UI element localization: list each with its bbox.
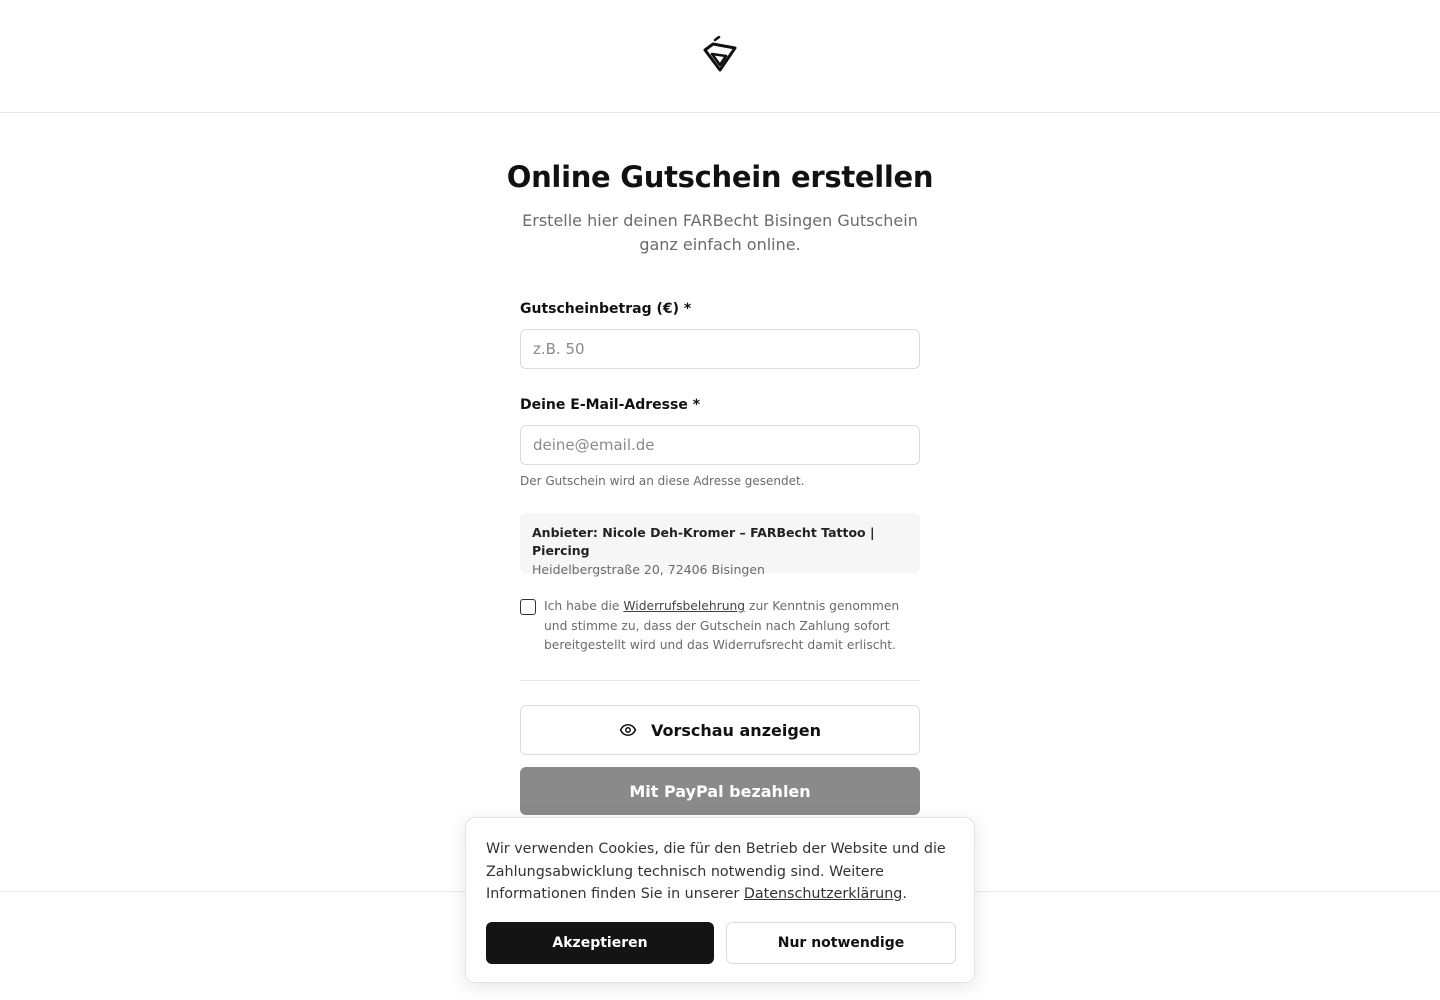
necessary-cookies-button[interactable]: Nur notwendige [726,922,956,964]
provider-address: Heidelbergstraße 20, 72406 Bisingen [532,562,765,577]
accept-cookies-button[interactable]: Akzeptieren [486,922,714,964]
eye-icon [619,724,637,736]
site-header [0,0,1440,113]
amount-input[interactable] [520,329,920,369]
privacy-policy-link[interactable]: Datenschutzerklärung [744,886,903,902]
provider-name: Anbieter: Nicole Deh-Kromer – FARBecht T… [532,525,875,558]
voucher-page: Online Gutschein erstellen Erstelle hier… [0,0,1440,1000]
consent-checkbox[interactable] [520,599,536,615]
cookie-banner: Wir verwenden Cookies, die für den Betri… [465,817,975,983]
preview-button[interactable]: Vorschau anzeigen [520,705,920,755]
cookie-text-after: . [902,886,907,902]
diamond-logo-icon[interactable] [701,36,739,74]
consent-text: Ich habe die Widerrufsbelehrung zur Kenn… [544,597,920,656]
page-title: Online Gutschein erstellen [506,160,934,194]
paypal-button[interactable]: Mit PayPal bezahlen [520,767,920,815]
email-hint: Der Gutschein wird an diese Adresse gese… [520,474,805,488]
consent-text-before: Ich habe die [544,599,624,613]
preview-button-label: Vorschau anzeigen [650,720,822,740]
amount-label: Gutscheinbetrag (€) * [520,301,692,317]
form-divider [520,680,920,681]
email-label: Deine E-Mail-Adresse * [520,397,701,413]
provider-info: Anbieter: Nicole Deh-Kromer – FARBecht T… [520,513,920,577]
page-subtitle: Erstelle hier deinen FARBecht Bisingen G… [522,211,918,254]
email-input[interactable] [520,425,920,465]
cookie-text: Wir verwenden Cookies, die für den Betri… [486,838,956,906]
withdrawal-policy-link[interactable]: Widerrufsbelehrung [623,599,745,613]
